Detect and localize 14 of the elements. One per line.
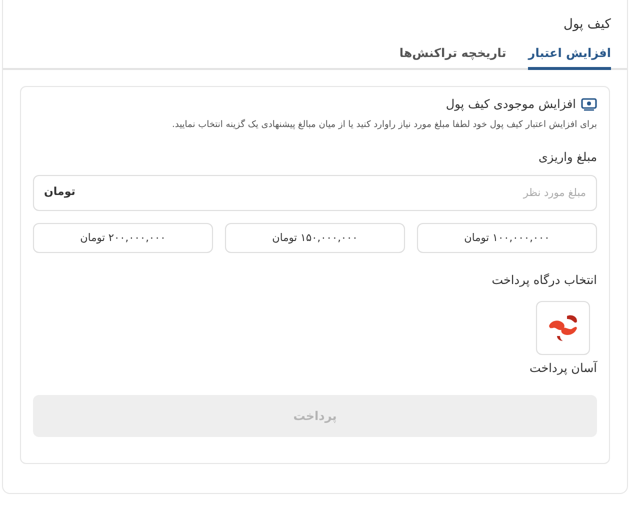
- amount-option-button[interactable]: ۱۵۰,۰۰۰,۰۰۰ تومان: [225, 223, 405, 253]
- gateway-logo[interactable]: [536, 301, 590, 355]
- tab[interactable]: افزایش اعتبار: [528, 46, 611, 70]
- amount-option-button[interactable]: ۲۰۰,۰۰۰,۰۰۰ تومان: [33, 223, 213, 253]
- gateway-label: انتخاب درگاه پرداخت: [490, 273, 597, 287]
- amount-label: مبلغ واریزی: [538, 150, 597, 164]
- description-text: برای افزایش اعتبار کیف پول خود لطفا مبلغ مورد نیاز راوارد کنید یا از میان مبالغ پیشنهادی یک گزینه انتخاب نمایید.: [170, 120, 597, 130]
- card-title: افزایش موجودی کیف پول: [446, 97, 576, 111]
- cash-icon: [581, 98, 597, 110]
- gateway-name: آسان پرداخت: [529, 361, 597, 375]
- page-title: کیف پول: [562, 17, 612, 32]
- amount-option-button[interactable]: ۱۰۰,۰۰۰,۰۰۰ تومان: [417, 223, 597, 253]
- unit-text: تومان: [44, 185, 76, 198]
- tab[interactable]: تاریخچه تراکنش‌ها: [399, 46, 506, 70]
